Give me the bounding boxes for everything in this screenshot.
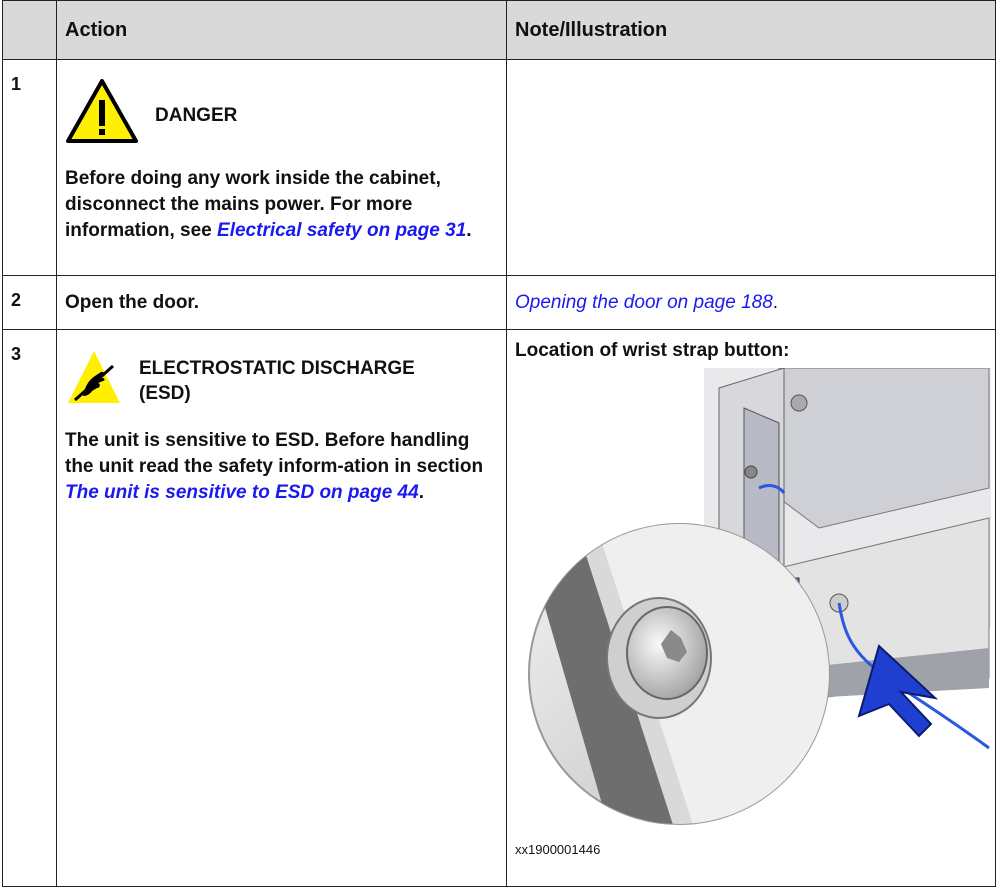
header-action: Action [56, 0, 507, 60]
note-cell: Location of wrist strap button: xx190000… [506, 329, 996, 887]
esd-title: ELECTROSTATIC DISCHARGE (ESD) [139, 358, 415, 404]
procedure-table: Action Note/Illustration 1 DANGER Before… [2, 0, 996, 887]
table-row: 1 DANGER Before doing any work inside th… [2, 59, 996, 276]
step-number: 3 [2, 329, 57, 887]
action-cell: Open the door. [56, 275, 507, 330]
electrical-safety-link[interactable]: Electrical safety on page 31 [217, 220, 466, 241]
step-number: 1 [2, 59, 57, 276]
table-header-row: Action Note/Illustration [2, 0, 996, 60]
opening-door-link[interactable]: Opening the door on page 188 [515, 292, 773, 313]
step-number: 2 [2, 275, 57, 330]
danger-text: Before doing any work inside the cabinet… [65, 168, 472, 241]
table-row: 2 Open the door. Opening the door on pag… [2, 275, 996, 330]
danger-block: DANGER [65, 78, 500, 152]
header-number [2, 0, 57, 60]
esd-safety-link[interactable]: The unit is sensitive to ESD on page 44 [65, 482, 419, 503]
action-cell: DANGER Before doing any work inside the … [56, 59, 507, 276]
esd-text: The unit is sensitive to ESD. Before han… [65, 430, 484, 503]
action-cell: ELECTROSTATIC DISCHARGE (ESD) The unit i… [56, 329, 507, 887]
danger-warning-icon [65, 78, 139, 152]
wrist-strap-illustration [519, 367, 994, 834]
header-note: Note/Illustration [506, 0, 996, 60]
danger-title: DANGER [155, 104, 238, 126]
note-cell-empty [506, 59, 996, 276]
esd-block: ELECTROSTATIC DISCHARGE (ESD) [65, 348, 500, 414]
note-title: Location of wrist strap button: [515, 340, 790, 361]
esd-warning-icon [65, 348, 123, 414]
note-cell: Opening the door on page 188. [506, 275, 996, 330]
table-row: 3 ELECTROSTATIC DISCHARGE (ESD) The unit… [2, 329, 996, 887]
figure-caption: xx1900001446 [515, 842, 601, 857]
